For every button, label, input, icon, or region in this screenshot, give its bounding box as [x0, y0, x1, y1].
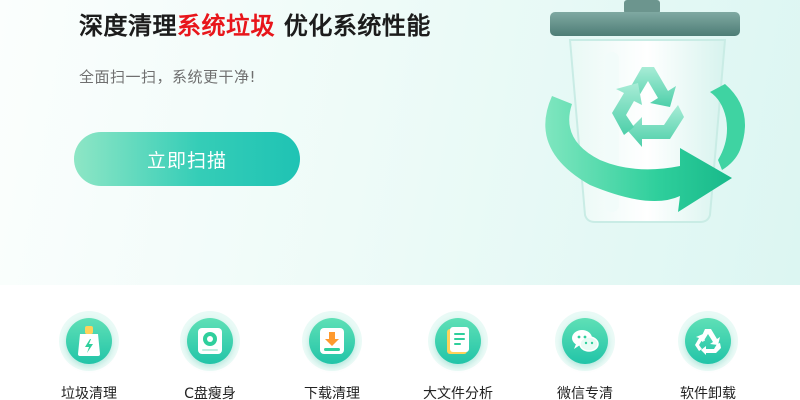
tool-label: C盘瘦身: [184, 386, 236, 400]
tools-bar: 垃圾清理 C盘瘦身 下载清理 大文件分析 微信专清 软件卸载: [0, 285, 800, 400]
recycle-trash-bin-icon: [545, 0, 745, 223]
tool-label: 下载清理: [304, 386, 360, 400]
hero-banner: 深度清理系统垃圾 优化系统性能 全面扫一扫，系统更干净! 立即扫描: [0, 0, 800, 285]
scan-now-button[interactable]: 立即扫描: [74, 132, 300, 186]
headline: 深度清理系统垃圾 优化系统性能: [79, 6, 431, 41]
tool-label: 软件卸载: [680, 386, 736, 400]
tool-download-clean[interactable]: 下载清理: [282, 311, 382, 400]
tool-label: 微信专清: [557, 386, 613, 400]
broom-icon: [59, 311, 119, 371]
headline-part1: 深度清理: [79, 12, 177, 40]
subtitle: 全面扫一扫，系统更干净!: [79, 68, 257, 86]
headline-part2: 优化系统性能: [275, 12, 431, 40]
tool-software-uninstall[interactable]: 软件卸载: [658, 311, 758, 400]
tool-junk-clean[interactable]: 垃圾清理: [39, 311, 139, 400]
file-analysis-icon: [428, 311, 488, 371]
download-icon: [302, 311, 362, 371]
tool-wechat-clean[interactable]: 微信专清: [535, 311, 635, 400]
headline-highlight: 系统垃圾: [177, 12, 275, 40]
tool-c-drive-slim[interactable]: C盘瘦身: [160, 311, 260, 400]
tool-label: 垃圾清理: [61, 386, 117, 400]
wechat-icon: [555, 311, 615, 371]
tool-large-file-analysis[interactable]: 大文件分析: [408, 311, 508, 400]
disk-icon: [180, 311, 240, 371]
uninstall-recycle-icon: [678, 311, 738, 371]
tool-label: 大文件分析: [423, 386, 493, 400]
